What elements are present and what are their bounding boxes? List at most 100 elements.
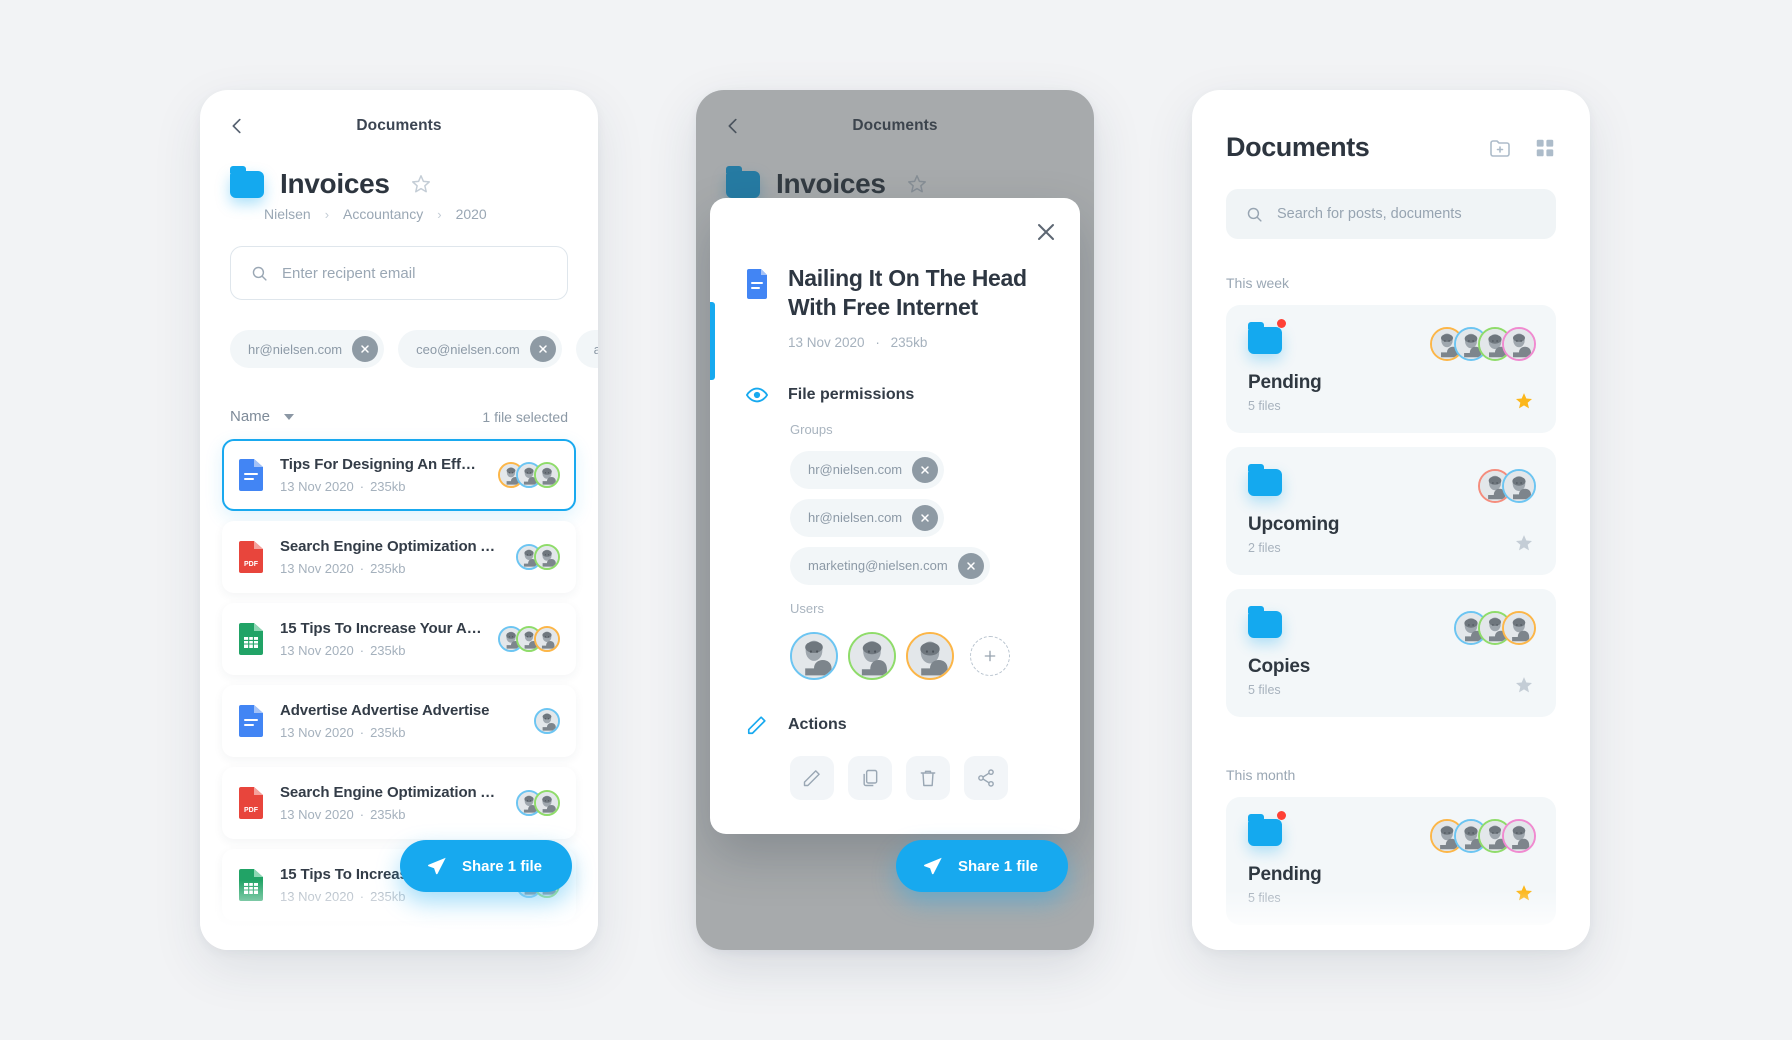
group-chip[interactable]: hr@nielsen.com <box>790 450 945 489</box>
favorite-star-icon[interactable] <box>1514 883 1534 903</box>
new-folder-icon[interactable] <box>1488 136 1512 160</box>
group-chip-label: hr@nielsen.com <box>808 462 903 478</box>
folder-icon <box>1248 319 1286 354</box>
sort-control[interactable]: Name <box>230 408 295 425</box>
delete-action-button[interactable] <box>906 755 950 800</box>
modal-title: Nailing It On The Head With Free Interne… <box>788 265 1027 321</box>
notification-badge <box>1277 811 1286 820</box>
file-date: 13 Nov 2020 <box>280 807 354 822</box>
svg-text:PDF: PDF <box>244 807 259 814</box>
remove-chip-icon[interactable] <box>529 336 556 362</box>
file-permissions-section: File permissions Groups hr@nielsen.com hr… <box>710 384 1080 680</box>
file-size: 235kb <box>370 889 406 904</box>
recipient-chips: hr@nielsen.com ceo@nielsen.com a.k <box>200 300 598 368</box>
screenshot-root: Documents Invoices Nielsen › Accountancy… <box>0 0 1792 1040</box>
file-meta: Search Engine Optimization And 13 Nov 202… <box>280 538 500 576</box>
breadcrumb-item[interactable]: Accountancy <box>343 206 423 222</box>
edit-icon <box>803 770 820 787</box>
permissions-header: File permissions <box>746 384 1050 406</box>
folder-card[interactable]: Pending 5 files <box>1226 797 1556 925</box>
star-outline-icon[interactable] <box>410 173 432 195</box>
avatar <box>534 626 560 652</box>
panel3-header-icons <box>1488 136 1556 160</box>
favorite-star-icon[interactable] <box>1514 675 1534 695</box>
copy-action-button[interactable] <box>848 755 892 800</box>
file-list-header: Name 1 file selected <box>200 368 598 425</box>
remove-group-icon[interactable] <box>912 456 939 483</box>
folder-card-count: 5 files <box>1248 891 1281 905</box>
groups-label: Groups <box>790 421 833 437</box>
grid-view-icon[interactable] <box>1534 137 1556 159</box>
plus-icon <box>984 650 996 662</box>
folder-card[interactable]: Pending 5 files <box>1226 305 1556 433</box>
documents-search-placeholder: Search for posts, documents <box>1277 206 1462 222</box>
dot-sep: · <box>875 334 880 350</box>
file-size: 235kb <box>370 643 406 658</box>
file-row[interactable]: Advertise Advertise Advertise 13 Nov 2020… <box>222 685 576 757</box>
remove-group-icon[interactable] <box>912 504 939 531</box>
remove-group-icon[interactable] <box>957 552 984 579</box>
phone-panel-share: Documents Invoices Nielsen › Accountancy… <box>200 90 598 950</box>
file-date: 13 Nov 2020 <box>280 643 354 658</box>
folder-card-name: Upcoming <box>1248 514 1340 535</box>
favorite-star-icon[interactable] <box>1514 533 1534 553</box>
recipient-chip[interactable]: a.k <box>575 330 598 368</box>
add-user-button[interactable] <box>970 635 1010 676</box>
back-chevron-icon[interactable] <box>226 115 248 137</box>
avatar <box>790 631 838 680</box>
documents-search-input[interactable]: Search for posts, documents <box>1226 189 1556 239</box>
modal-size: 235kb <box>890 334 928 350</box>
pdf-file-icon: PDF <box>238 787 264 819</box>
folder-card[interactable]: Copies 5 files <box>1226 589 1556 717</box>
action-buttons <box>790 755 1050 834</box>
avatar <box>534 462 560 488</box>
permissions-heading: File permissions <box>788 385 915 403</box>
group-chip-label: marketing@nielsen.com <box>808 558 948 574</box>
recipient-chip[interactable]: hr@nielsen.com <box>230 330 385 368</box>
favorite-star-icon[interactable] <box>1514 391 1534 411</box>
edit-action-button[interactable] <box>790 755 834 800</box>
group-chip[interactable]: marketing@nielsen.com <box>790 546 990 585</box>
user-avatars <box>790 631 1050 680</box>
doc-file-icon <box>238 705 264 737</box>
file-submeta: 13 Nov 2020 · 235kb <box>280 643 482 658</box>
folder-card[interactable]: Upcoming2 files <box>1226 447 1556 575</box>
folder-card[interactable]: Upcoming2 files <box>1226 939 1556 950</box>
svg-text:PDF: PDF <box>244 561 259 568</box>
file-size: 235kb <box>370 479 406 494</box>
modal-date: 13 Nov 2020 <box>788 334 865 350</box>
search-icon <box>1247 207 1262 222</box>
recipient-search-input[interactable]: Enter recipent email <box>230 246 568 300</box>
file-row[interactable]: PDF Search Engine Optimization And 13 Nov … <box>222 521 576 593</box>
close-icon[interactable] <box>1034 220 1058 244</box>
file-collaborators <box>498 462 560 488</box>
file-collaborators <box>498 626 560 652</box>
breadcrumb-item[interactable]: Nielsen <box>264 206 311 222</box>
recipient-chip-label: a.k <box>593 341 598 357</box>
send-icon <box>923 857 942 875</box>
file-row[interactable]: 15 Tips To Increase Your Adwo… 13 Nov 202… <box>222 603 576 675</box>
group-chip[interactable]: hr@nielsen.com <box>790 498 945 537</box>
folder-icon <box>1248 606 1282 638</box>
breadcrumb-item[interactable]: 2020 <box>456 206 487 222</box>
panel1-nav-title: Documents <box>356 117 442 134</box>
file-date: 13 Nov 2020 <box>280 725 354 740</box>
file-meta: Search Engine Optimization And 13 Nov 202… <box>280 784 500 822</box>
file-name: Advertise Advertise Advertise <box>280 702 490 719</box>
share-action-button[interactable] <box>964 755 1008 800</box>
breadcrumb-sep: › <box>437 206 442 222</box>
file-row[interactable]: PDF Search Engine Optimization And 13 Nov … <box>222 767 576 839</box>
caret-down-icon <box>284 413 295 420</box>
share-button[interactable]: Share 1 file <box>895 840 1068 892</box>
file-row[interactable]: Tips For Designing An Effective… 13 Nov 2… <box>222 439 576 511</box>
dot-sep: · <box>359 725 365 740</box>
avatar <box>1502 327 1536 361</box>
eye-icon <box>746 387 768 403</box>
recipient-search-placeholder: Enter recipent email <box>282 264 416 282</box>
avatar <box>848 631 896 680</box>
dot-sep: · <box>359 561 365 576</box>
share-button[interactable]: Share 1 file <box>399 840 572 892</box>
recipient-chip[interactable]: ceo@nielsen.com <box>398 330 562 368</box>
share-icon <box>978 769 994 787</box>
remove-chip-icon[interactable] <box>352 336 379 362</box>
